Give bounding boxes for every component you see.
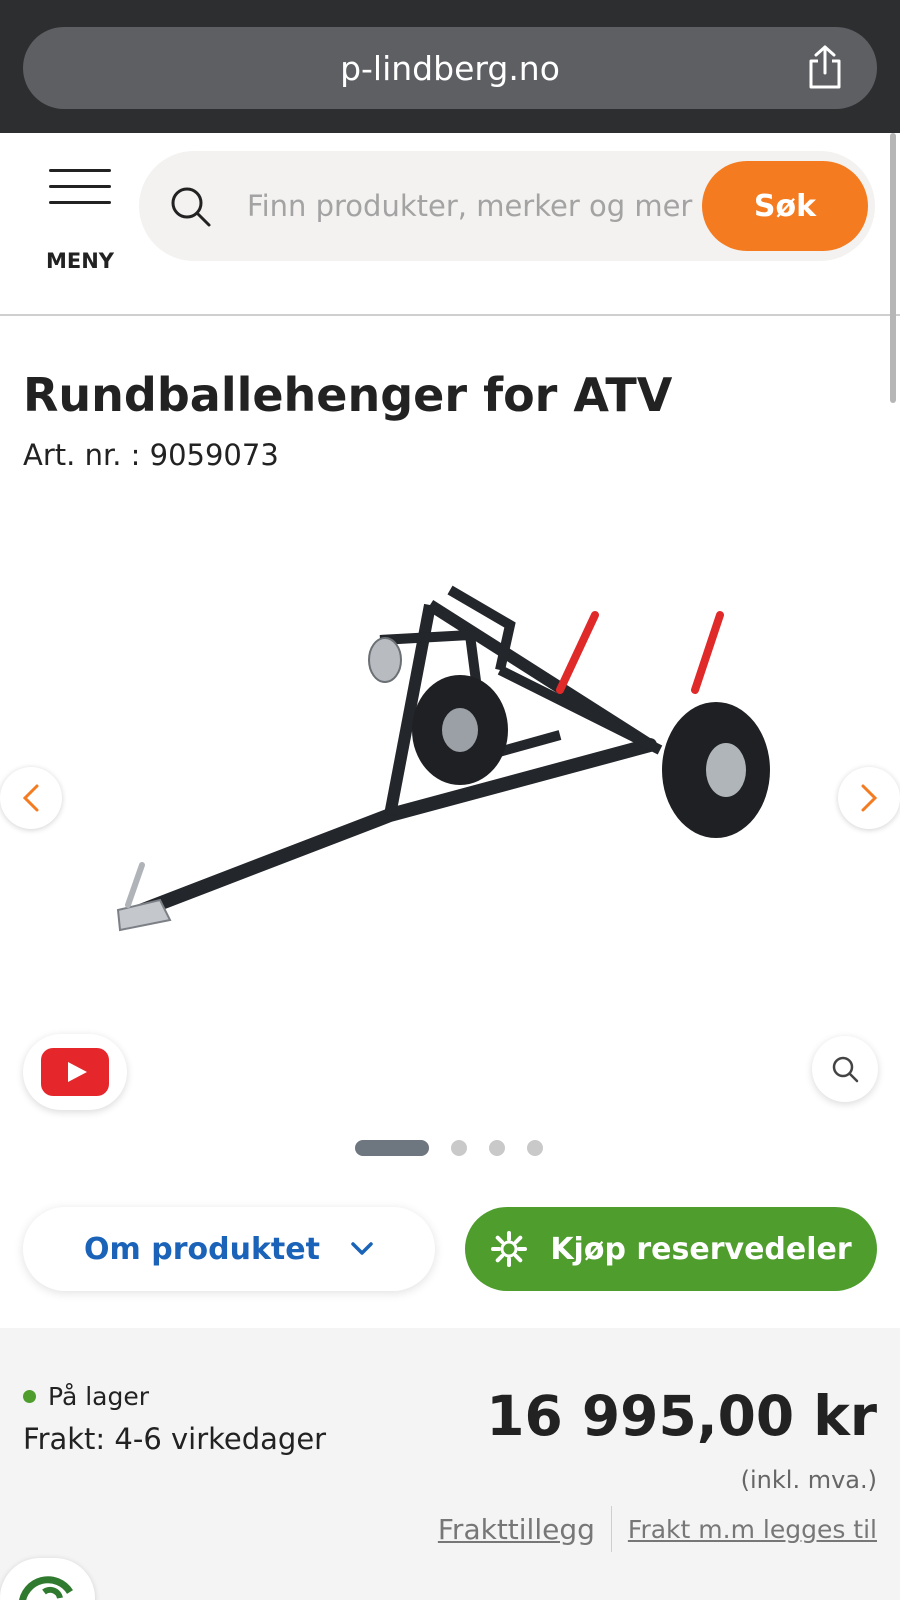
shipping-links: Frakttillegg Frakt m.m legges til: [438, 1506, 877, 1552]
vat-note: (inkl. mva.): [740, 1466, 877, 1494]
purchase-panel: På lager Frakt: 4-6 virkedager 16 995,00…: [0, 1328, 900, 1600]
pagination-dot[interactable]: [489, 1140, 505, 1156]
stock-status: På lager: [23, 1382, 149, 1411]
chevron-right-icon: [861, 784, 878, 812]
shipping-time: Frakt: 4-6 virkedager: [23, 1422, 327, 1456]
product-price: 16 995,00 kr: [486, 1384, 877, 1448]
shipping-surcharge-link[interactable]: Frakttillegg: [438, 1513, 611, 1546]
image-pagination: [355, 1139, 543, 1157]
gear-icon: [491, 1231, 528, 1267]
youtube-icon: [41, 1048, 109, 1096]
pagination-dot[interactable]: [527, 1140, 543, 1156]
url-text: p-lindberg.no: [340, 49, 560, 88]
browser-bar: p-lindberg.no: [0, 0, 900, 133]
previous-image-button[interactable]: [0, 767, 62, 829]
share-icon[interactable]: [803, 43, 847, 93]
search-bar: Søk: [139, 151, 875, 261]
about-product-button[interactable]: Om produktet: [23, 1207, 435, 1291]
menu-button[interactable]: MENY: [44, 169, 116, 273]
pagination-dot[interactable]: [355, 1140, 429, 1156]
magnifier-icon: [832, 1056, 859, 1083]
menu-label: MENY: [45, 249, 115, 273]
stock-status-label: På lager: [48, 1382, 150, 1411]
next-image-button[interactable]: [838, 767, 900, 829]
buy-spare-parts-button[interactable]: Kjøp reservedeler: [465, 1207, 877, 1291]
address-bar[interactable]: p-lindberg.no: [23, 27, 877, 109]
shipping-added-link[interactable]: Frakt m.m legges til: [612, 1515, 877, 1544]
buy-spare-parts-label: Kjøp reservedeler: [550, 1231, 852, 1267]
hamburger-icon: [44, 169, 116, 204]
product-image[interactable]: [90, 560, 810, 980]
scrollbar[interactable]: [890, 133, 896, 403]
search-button[interactable]: Søk: [702, 161, 868, 251]
pagination-dot[interactable]: [451, 1140, 467, 1156]
chevron-left-icon: [22, 784, 39, 812]
search-icon: [169, 185, 213, 229]
zoom-button[interactable]: [812, 1036, 878, 1102]
product-title: Rundballehenger for ATV: [23, 368, 673, 422]
chevron-down-icon: [351, 1242, 373, 1255]
about-product-label: Om produktet: [84, 1231, 320, 1267]
youtube-video-button[interactable]: [23, 1034, 127, 1110]
article-number: Art. nr. : 9059073: [23, 438, 279, 472]
in-stock-dot-icon: [23, 1390, 36, 1403]
site-header: MENY Søk: [0, 133, 900, 316]
